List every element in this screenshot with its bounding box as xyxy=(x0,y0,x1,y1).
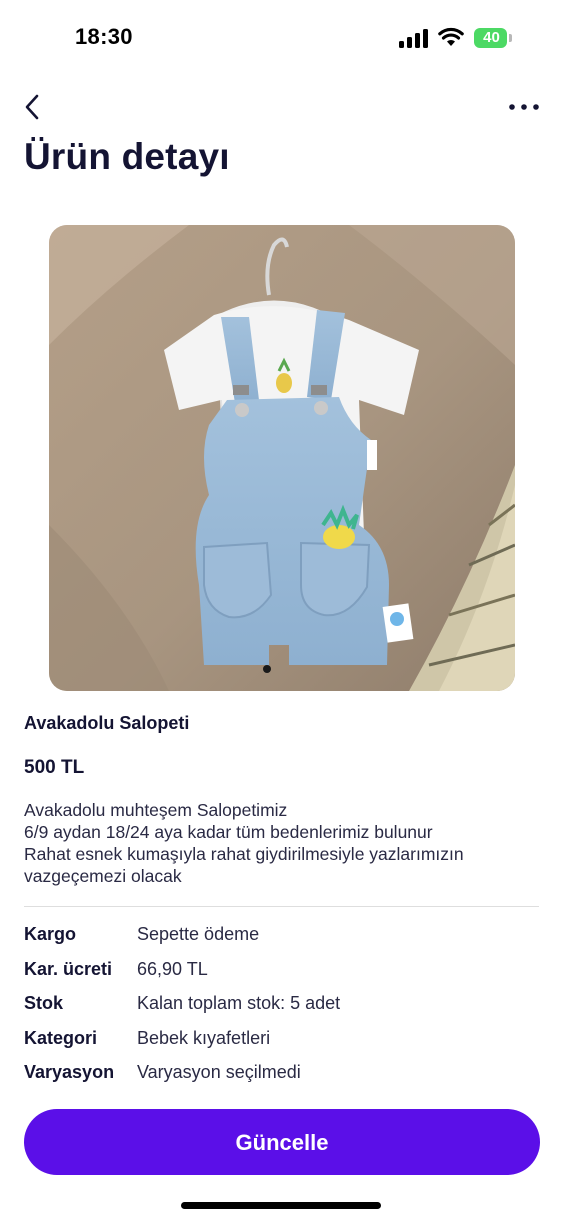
detail-value: 66,90 TL xyxy=(137,958,208,979)
detail-row-category: Kategori Bebek kıyafetleri xyxy=(24,1028,539,1063)
detail-row-variation: Varyasyon Varyasyon seçilmedi xyxy=(24,1062,539,1097)
detail-label: Stok xyxy=(24,993,64,1013)
status-time: 18:30 xyxy=(75,24,133,49)
page-title: Ürün detayı xyxy=(24,136,230,177)
chevron-left-icon xyxy=(25,94,39,120)
product-description: Avakadolu muhteşem Salopetimiz 6/9 aydan… xyxy=(24,799,544,887)
home-indicator xyxy=(181,1202,381,1209)
description-line: Avakadolu muhteşem Salopetimiz xyxy=(24,800,288,820)
product-price: 500 TL xyxy=(24,757,85,778)
detail-label: Varyasyon xyxy=(24,1062,115,1082)
detail-value: Bebek kıyafetleri xyxy=(137,1027,271,1048)
wifi-icon xyxy=(438,27,464,46)
detail-label: Kar. ücreti xyxy=(24,958,113,979)
more-horizontal-icon xyxy=(509,104,539,110)
detail-row-kargo: Kargo Sepette ödeme xyxy=(24,924,539,959)
description-line: vazgeçemezi olacak xyxy=(24,866,182,886)
more-options-button[interactable] xyxy=(506,94,542,120)
signal-icon xyxy=(399,29,428,48)
detail-row-stock: Stok Kalan toplam stok: 5 adet xyxy=(24,993,539,1028)
description-line: Rahat esnek kumaşıyla rahat giydirilmesi… xyxy=(24,844,464,864)
detail-value: Sepette ödeme xyxy=(137,924,260,944)
status-bar: 18:30 40 xyxy=(0,0,563,76)
detail-label: Kategori xyxy=(24,1027,98,1048)
update-button[interactable]: Güncelle xyxy=(24,1109,540,1175)
detail-row-shipping-fee: Kar. ücreti 66,90 TL xyxy=(24,959,539,994)
detail-label: Kargo xyxy=(24,924,77,944)
product-details: Kargo Sepette ödeme Kar. ücreti 66,90 TL… xyxy=(24,924,539,1097)
description-line: 6/9 aydan 18/24 aya kadar tüm bedenlerim… xyxy=(24,822,433,842)
battery-level: 40 xyxy=(483,29,500,46)
product-image[interactable] xyxy=(49,225,515,691)
detail-value: Kalan toplam stok: 5 adet xyxy=(137,993,341,1013)
detail-value: Varyasyon seçilmedi xyxy=(137,1062,301,1082)
product-name: Avakadolu Salopeti xyxy=(24,713,190,733)
divider xyxy=(24,906,539,907)
back-button[interactable] xyxy=(20,92,48,122)
battery-icon: 40 xyxy=(474,28,514,48)
